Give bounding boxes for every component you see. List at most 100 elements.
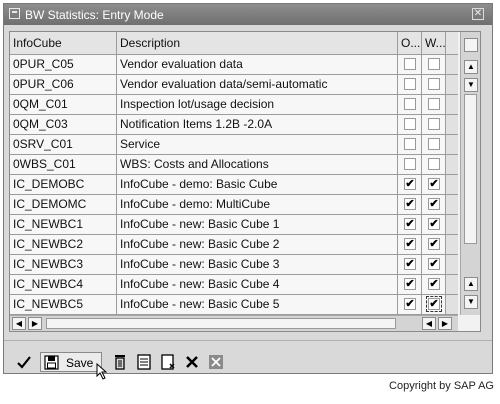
row-selector[interactable]: [446, 55, 458, 75]
table-row[interactable]: IC_NEWBC3 InfoCube - new: Basic Cube 3 ✔ ✔: [10, 255, 458, 275]
w-checkbox[interactable]: ✔: [428, 258, 440, 270]
column-header-description[interactable]: Description: [117, 32, 398, 55]
description-cell[interactable]: InfoCube - demo: Basic Cube: [117, 175, 398, 195]
delete-button[interactable]: [110, 352, 130, 372]
row-selector[interactable]: [446, 295, 458, 315]
vertical-scrollbar[interactable]: ▲ ▼ ▲ ▼: [460, 32, 480, 315]
row-selector[interactable]: [446, 135, 458, 155]
description-cell[interactable]: WBS: Costs and Allocations: [117, 155, 398, 175]
column-header-o[interactable]: O...: [398, 32, 422, 55]
description-cell[interactable]: InfoCube - new: Basic Cube 1: [117, 215, 398, 235]
window-menu-icon[interactable]: [9, 8, 20, 19]
save-button[interactable]: Save: [40, 352, 102, 372]
o-checkbox[interactable]: ✔: [404, 218, 416, 230]
table-row[interactable]: IC_DEMOMC InfoCube - demo: MultiCube ✔ ✔: [10, 195, 458, 215]
description-cell[interactable]: Vendor evaluation data: [117, 55, 398, 75]
description-cell[interactable]: Inspection lot/usage decision: [117, 95, 398, 115]
o-checkbox[interactable]: ✔: [404, 258, 416, 270]
scroll-right-button[interactable]: ▶: [28, 317, 42, 330]
column-header-w[interactable]: W...: [422, 32, 446, 55]
column-header-infocube[interactable]: InfoCube: [10, 32, 117, 55]
o-checkbox[interactable]: ✔: [404, 178, 416, 190]
table-row[interactable]: 0QM_C01 Inspection lot/usage decision: [10, 95, 458, 115]
infocube-cell[interactable]: 0QM_C03: [10, 115, 117, 135]
check-button[interactable]: [14, 352, 34, 372]
w-checkbox[interactable]: [428, 138, 440, 150]
o-checkbox[interactable]: [404, 58, 416, 70]
close-button[interactable]: [206, 352, 226, 372]
w-checkbox[interactable]: [428, 58, 440, 70]
details-button[interactable]: [134, 352, 154, 372]
w-checkbox[interactable]: [428, 118, 440, 130]
w-checkbox[interactable]: ✔: [428, 238, 440, 250]
close-window-icon[interactable]: ✕: [472, 8, 484, 20]
row-selector[interactable]: [446, 115, 458, 135]
description-cell[interactable]: InfoCube - new: Basic Cube 4: [117, 275, 398, 295]
row-selector[interactable]: [446, 75, 458, 95]
infocube-cell[interactable]: IC_NEWBC5: [10, 295, 117, 315]
o-checkbox[interactable]: [404, 138, 416, 150]
table-row[interactable]: 0PUR_C05 Vendor evaluation data: [10, 55, 458, 75]
table-row[interactable]: 0QM_C03 Notification Items 1.2B -2.0A: [10, 115, 458, 135]
vertical-scroll-thumb[interactable]: [464, 94, 477, 244]
row-selector[interactable]: [446, 235, 458, 255]
table-row[interactable]: 0WBS_C01 WBS: Costs and Allocations: [10, 155, 458, 175]
o-checkbox[interactable]: ✔: [404, 298, 416, 310]
w-checkbox[interactable]: ✔: [428, 178, 440, 190]
scroll-down-button[interactable]: ▼: [464, 295, 478, 309]
scroll-left-button[interactable]: ◀: [12, 317, 26, 330]
column-config-icon[interactable]: [464, 38, 478, 52]
description-cell[interactable]: InfoCube - demo: MultiCube: [117, 195, 398, 215]
column-settings-button[interactable]: [446, 32, 458, 55]
infocube-cell[interactable]: 0SRV_C01: [10, 135, 117, 155]
w-checkbox[interactable]: ✔: [428, 198, 440, 210]
infocube-cell[interactable]: IC_NEWBC4: [10, 275, 117, 295]
infocube-cell[interactable]: IC_NEWBC2: [10, 235, 117, 255]
table-row[interactable]: IC_NEWBC4 InfoCube - new: Basic Cube 4 ✔ ✔: [10, 275, 458, 295]
infocube-cell[interactable]: IC_DEMOBC: [10, 175, 117, 195]
description-cell[interactable]: Service: [117, 135, 398, 155]
w-checkbox[interactable]: ✔: [428, 218, 440, 230]
horizontal-scrollbar[interactable]: ◀ ▶ ◀ ▶: [10, 315, 458, 331]
description-cell[interactable]: InfoCube - new: Basic Cube 5: [117, 295, 398, 315]
horizontal-scroll-thumb[interactable]: [46, 318, 396, 329]
infocube-cell[interactable]: IC_NEWBC1: [10, 215, 117, 235]
w-checkbox[interactable]: [428, 98, 440, 110]
description-cell[interactable]: Vendor evaluation data/semi-automatic: [117, 75, 398, 95]
scroll-page-up-button[interactable]: ▼: [464, 78, 478, 92]
w-checkbox[interactable]: [428, 158, 440, 170]
table-row[interactable]: IC_DEMOBC InfoCube - demo: Basic Cube ✔ ✔: [10, 175, 458, 195]
o-checkbox[interactable]: [404, 118, 416, 130]
row-selector[interactable]: [446, 215, 458, 235]
infocube-cell[interactable]: 0PUR_C06: [10, 75, 117, 95]
scroll-up-button[interactable]: ▲: [464, 277, 478, 291]
infocube-cell[interactable]: 0QM_C01: [10, 95, 117, 115]
table-row[interactable]: IC_NEWBC2 InfoCube - new: Basic Cube 2 ✔ ✔: [10, 235, 458, 255]
new-entry-button[interactable]: [158, 352, 178, 372]
w-checkbox[interactable]: ✔: [428, 278, 440, 290]
table-row[interactable]: 0PUR_C06 Vendor evaluation data/semi-auto…: [10, 75, 458, 95]
row-selector[interactable]: [446, 275, 458, 295]
o-checkbox[interactable]: ✔: [404, 198, 416, 210]
table-row[interactable]: 0SRV_C01 Service: [10, 135, 458, 155]
cancel-button[interactable]: [182, 352, 202, 372]
scroll-right-end-button[interactable]: ▶: [438, 317, 452, 330]
table-row[interactable]: IC_NEWBC5 InfoCube - new: Basic Cube 5 ✔ ✔: [10, 295, 458, 315]
infocube-cell[interactable]: IC_NEWBC3: [10, 255, 117, 275]
infocube-cell[interactable]: 0PUR_C05: [10, 55, 117, 75]
description-cell[interactable]: Notification Items 1.2B -2.0A: [117, 115, 398, 135]
description-cell[interactable]: InfoCube - new: Basic Cube 2: [117, 235, 398, 255]
scroll-left-end-button[interactable]: ◀: [422, 317, 436, 330]
o-checkbox[interactable]: [404, 78, 416, 90]
infocube-cell[interactable]: 0WBS_C01: [10, 155, 117, 175]
row-selector[interactable]: [446, 175, 458, 195]
w-checkbox[interactable]: ✔: [426, 296, 442, 312]
infocube-cell[interactable]: IC_DEMOMC: [10, 195, 117, 215]
row-selector[interactable]: [446, 255, 458, 275]
row-selector[interactable]: [446, 195, 458, 215]
row-selector[interactable]: [446, 95, 458, 115]
o-checkbox[interactable]: [404, 158, 416, 170]
description-cell[interactable]: InfoCube - new: Basic Cube 3: [117, 255, 398, 275]
o-checkbox[interactable]: ✔: [404, 238, 416, 250]
table-row[interactable]: IC_NEWBC1 InfoCube - new: Basic Cube 1 ✔ ✔: [10, 215, 458, 235]
